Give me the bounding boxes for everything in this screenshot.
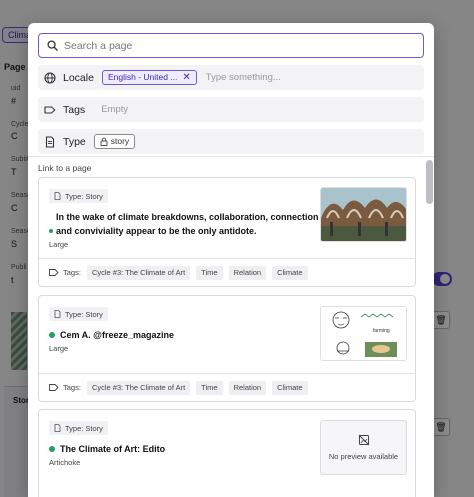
tag: Time [196,265,223,280]
search-icon [47,40,58,51]
result-card[interactable]: Type: Story Cem A. @freeze_magazine Larg… [38,295,416,402]
tag: Cycle #3: The Climate of Art [86,380,191,395]
locale-chip[interactable]: English - United ... ✕ [101,70,197,85]
search-box[interactable] [38,33,424,58]
link-to-page-label: Link to a page [38,163,92,173]
tags-label: Tags: [63,383,81,392]
tags-label: Tags: [63,268,81,277]
tag: Cycle #3: The Climate of Art [86,265,191,280]
document-icon [44,135,56,148]
tags-row: Tags: Cycle #3: The Climate of Art Time … [39,373,415,401]
locale-chip-label: English - United ... [107,72,178,82]
sketch-label: farming [373,328,390,334]
tags-filter[interactable]: Tags Empty [38,97,424,122]
result-title: The Climate of Art: Edito [60,444,166,454]
tag: Climate [272,380,308,395]
locale-input[interactable]: Type something... [206,72,281,83]
document-icon [54,424,61,432]
type-chip-label: story [110,136,130,146]
tag: Climate [272,265,308,280]
tags-empty[interactable]: Empty [101,104,128,115]
tags-row: Tags: Cycle #3: The Climate of Art Time … [39,258,415,286]
tag: Time [196,380,223,395]
type-badge-label: Type: Story [65,309,103,319]
result-card[interactable]: Type: Story The Climate of Art: Edito Ar… [38,409,416,497]
type-badge-label: Type: Story [65,423,103,433]
type-label: Type [63,135,86,148]
no-preview-label: No preview available [328,452,399,461]
type-badge: Type: Story [49,307,108,321]
result-thumbnail: farming [320,306,407,361]
status-dot [49,446,55,452]
close-icon[interactable]: ✕ [182,71,190,84]
scrollbar[interactable] [426,160,433,204]
tag: Relation [228,265,267,280]
result-card[interactable]: Type: Story In the wake of climate break… [38,177,416,287]
lock-icon [100,137,108,146]
no-image-icon [358,434,369,446]
type-badge-label: Type: Story [65,191,103,201]
status-dot [49,332,55,338]
type-badge: Type: Story [49,421,108,435]
tag-icon [44,104,56,116]
search-input[interactable] [64,39,384,52]
result-title: In the wake of climate breakdowns, colla… [56,212,319,222]
result-thumbnail [320,187,407,242]
tag-icon [49,384,59,391]
no-preview-box: No preview available [320,420,407,475]
tags-label: Tags [63,103,86,116]
locale-label: Locale [63,71,94,84]
tag: Relation [228,380,267,395]
locale-filter[interactable]: Locale English - United ... ✕ Type somet… [38,65,424,90]
document-icon [54,192,61,200]
link-page-modal: Locale English - United ... ✕ Type somet… [28,23,434,497]
result-title: and conviviality appear to be the only a… [56,226,257,236]
type-filter[interactable]: Type story [38,129,424,154]
result-title: Cem A. @freeze_magazine [60,330,174,340]
status-dot [49,229,53,233]
type-badge: Type: Story [49,189,108,203]
document-icon [54,310,61,318]
type-chip[interactable]: story [93,134,136,149]
globe-icon [44,71,56,84]
tag-icon [49,269,59,276]
divider [28,156,434,157]
